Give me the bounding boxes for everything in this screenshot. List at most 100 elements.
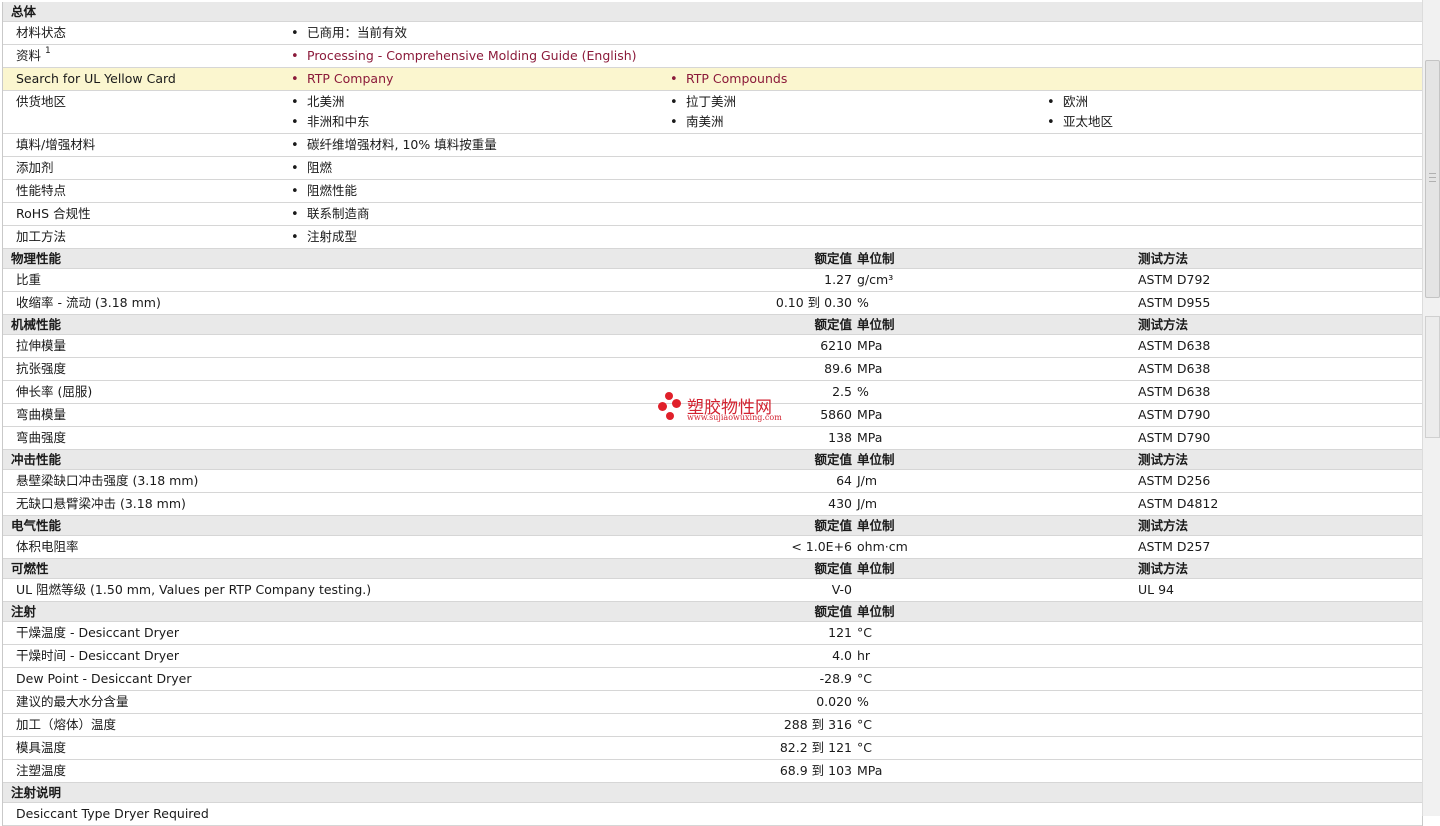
property-label-text: 抗张强度 [16, 361, 67, 376]
section-header: 冲击性能 额定值 单位制 测试方法 [3, 450, 1422, 470]
property-row: 无缺口悬臂梁冲击 (3.18 mm) 430 J/m ASTM D4812 [3, 493, 1422, 516]
property-label-text: 伸长率 (屈服) [16, 384, 93, 399]
property-unit: °C [857, 717, 872, 732]
logo-dot [666, 412, 674, 420]
property-label-text: 性能特点 [16, 183, 67, 198]
column-header-value: 额定值 [814, 452, 852, 467]
footnote-marker: 1 [45, 46, 51, 56]
property-label: 干燥时间 - Desiccant Dryer [16, 645, 179, 666]
property-label-text: Dew Point - Desiccant Dryer [16, 671, 192, 686]
property-label-text: 拉伸模量 [16, 338, 67, 353]
property-row: 干燥温度 - Desiccant Dryer 121 °C [3, 622, 1422, 645]
property-row: 悬壁梁缺口冲击强度 (3.18 mm) 64 J/m ASTM D256 [3, 470, 1422, 493]
column-header-test: 测试方法 [1138, 452, 1189, 467]
property-value: 430 [828, 496, 852, 511]
property-label: 加工方法 [16, 226, 66, 247]
section-header: 注射 额定值 单位制 [3, 602, 1422, 622]
bullet-item: 亚太地区 [1047, 111, 1113, 133]
property-value: 4.0 [832, 648, 852, 663]
property-row: 模具温度 82.2 到 121 °C [3, 737, 1422, 760]
property-value: V-0 [831, 582, 852, 597]
section-title: 注射说明 [11, 785, 62, 800]
logo-dot [658, 402, 667, 411]
property-value: 82.2 到 121 [779, 740, 852, 755]
section-title: 总体 [11, 4, 37, 19]
property-label: 弯曲强度 [16, 427, 66, 448]
link-item[interactable]: RTP Compounds [670, 68, 787, 90]
property-label: Search for UL Yellow Card [16, 68, 176, 89]
scrollbar-track-segment[interactable] [1425, 316, 1440, 438]
bullet-item: 欧洲 [1047, 91, 1088, 113]
property-row: 比重 1.27 g/cm³ ASTM D792 [3, 269, 1422, 292]
property-label-text: 材料状态 [16, 25, 67, 40]
link-item[interactable]: RTP Company [291, 68, 393, 90]
property-row: 建议的最大水分含量 0.020% [3, 691, 1422, 714]
section-header: 物理性能 额定值 单位制 测试方法 [3, 249, 1422, 269]
column-header-test: 测试方法 [1138, 251, 1189, 266]
property-row: 填料/增强材料 碳纤维增强材料, 10% 填料按重量 [3, 134, 1422, 157]
property-label-text: 干燥时间 - Desiccant Dryer [16, 648, 179, 663]
column-header-value: 额定值 [814, 251, 852, 266]
property-unit: °C [857, 740, 872, 755]
vertical-scrollbar[interactable] [1422, 0, 1440, 816]
bullet-item: 已商用：当前有效 [291, 22, 407, 44]
column-header-unit: 单位制 [857, 518, 895, 533]
property-row: Dew Point - Desiccant Dryer -28.9 °C [3, 668, 1422, 691]
scrollbar-thumb[interactable] [1425, 60, 1440, 298]
bullet-item: 非洲和中东 [291, 111, 370, 133]
property-label: 性能特点 [16, 180, 66, 201]
property-label: 无缺口悬臂梁冲击 (3.18 mm) [16, 493, 186, 514]
property-value: -28.9 [819, 671, 852, 686]
property-value: 68.9 到 103 [779, 763, 852, 778]
column-header-unit: 单位制 [857, 561, 895, 576]
property-value: 2.5 [832, 384, 852, 399]
property-label-text: 建议的最大水分含量 [16, 694, 129, 709]
property-label-text: 模具温度 [16, 740, 67, 755]
property-label-text: 资料 [16, 48, 42, 63]
property-row: 材料状态 已商用：当前有效 [3, 22, 1422, 45]
property-row: 加工（熔体）温度 288 到 316 °C [3, 714, 1422, 737]
section-header: 注射说明 [3, 783, 1422, 803]
link-item[interactable]: Processing - Comprehensive Molding Guide… [291, 45, 637, 67]
property-row: 性能特点 阻燃性能 [3, 180, 1422, 203]
property-label-text: 加工方法 [16, 229, 67, 244]
property-label-text: RoHS 合规性 [16, 206, 91, 221]
property-row: 供货地区 北美洲非洲和中东 拉丁美洲南美洲 欧洲亚太地区 [3, 91, 1422, 134]
property-label: 加工（熔体）温度 [16, 714, 116, 735]
property-unit: ohm·cm [857, 539, 908, 554]
section-title: 注射 [11, 604, 37, 619]
property-label: 建议的最大水分含量 [16, 691, 129, 712]
column-header-value: 额定值 [814, 518, 852, 533]
bullet-item: 联系制造商 [291, 203, 370, 225]
bullet-item: 阻燃 [291, 157, 332, 179]
property-label-text: 供货地区 [16, 94, 67, 109]
property-unit: g/cm³ [857, 272, 894, 287]
test-method: ASTM D257 [1138, 539, 1211, 554]
property-label: 模具温度 [16, 737, 66, 758]
property-label-text: 弯曲模量 [16, 407, 67, 422]
column-header-test: 测试方法 [1138, 518, 1189, 533]
property-value: 89.6 [824, 361, 852, 376]
test-method: ASTM D4812 [1138, 496, 1219, 511]
property-value: 5860 [820, 407, 852, 422]
section-header: 电气性能 额定值 单位制 测试方法 [3, 516, 1422, 536]
property-label: Desiccant Type Dryer Required [16, 803, 209, 824]
property-label-text: 无缺口悬臂梁冲击 (3.18 mm) [16, 496, 186, 511]
section-header: 可燃性 额定值 单位制 测试方法 [3, 559, 1422, 579]
property-label: 注塑温度 [16, 760, 66, 781]
property-unit: % [857, 295, 869, 310]
property-label: Dew Point - Desiccant Dryer [16, 668, 192, 689]
column-header-test: 测试方法 [1138, 561, 1189, 576]
property-unit: MPa [857, 361, 883, 376]
section-title: 电气性能 [11, 518, 62, 533]
property-row: 添加剂 阻燃 [3, 157, 1422, 180]
column-header-unit: 单位制 [857, 604, 895, 619]
property-label: 材料状态 [16, 22, 66, 43]
property-row: 体积电阻率 < 1.0E+6 ohm·cm ASTM D257 [3, 536, 1422, 559]
property-label: 体积电阻率 [16, 536, 79, 557]
test-method: ASTM D256 [1138, 473, 1211, 488]
column-header-unit: 单位制 [857, 317, 895, 332]
property-value: 1.27 [824, 272, 852, 287]
column-header-unit: 单位制 [857, 452, 895, 467]
logo-dot [665, 392, 673, 400]
